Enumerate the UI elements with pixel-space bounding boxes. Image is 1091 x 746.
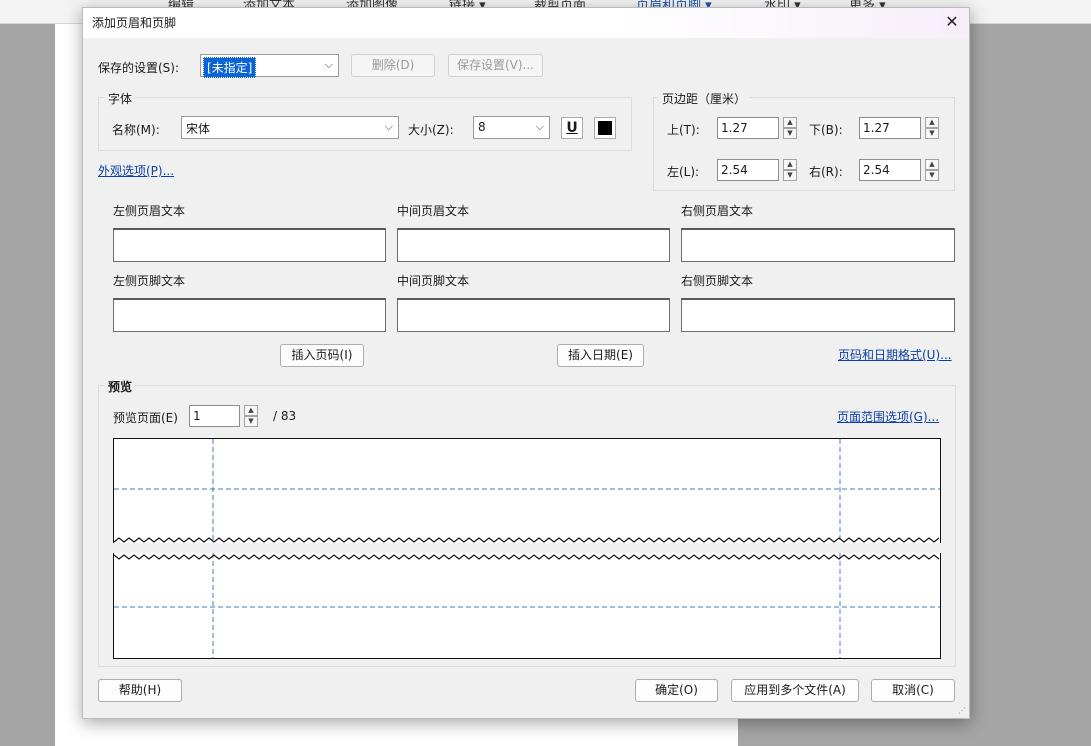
font-color-button[interactable] — [594, 117, 616, 139]
dialog-title: 添加页眉和页脚 — [92, 16, 177, 30]
font-name-select[interactable]: 宋体 ⌵ — [181, 116, 399, 139]
spin-down-icon[interactable]: ▼ — [925, 128, 939, 139]
font-size-label: 大小(Z): — [408, 123, 454, 137]
right-header-input[interactable] — [681, 228, 955, 262]
font-size-value: 8 — [478, 120, 486, 134]
appearance-options-link[interactable]: 外观选项(P)... — [98, 162, 174, 179]
font-name-label: 名称(M): — [112, 123, 160, 137]
help-button[interactable]: 帮助(H) — [98, 679, 182, 702]
ok-button[interactable]: 确定(O) — [635, 679, 718, 702]
bottom-margin-spinner[interactable]: 1.27 ▲ ▼ — [859, 117, 941, 139]
left-margin-label: 左(L): — [667, 165, 700, 179]
saved-settings-value: [未指定] — [203, 57, 257, 78]
preview-page-total: / 83 — [273, 409, 297, 423]
margins-group-label: 页边距（厘米） — [659, 90, 750, 107]
insert-page-number-button[interactable]: 插入页码(I) — [280, 344, 364, 367]
center-header-label: 中间页眉文本 — [397, 204, 470, 218]
left-margin-spinner[interactable]: 2.54 ▲ ▼ — [717, 159, 799, 181]
center-footer-input[interactable] — [397, 298, 670, 332]
spin-up-icon[interactable]: ▲ — [925, 159, 939, 170]
save-settings-button[interactable]: 保存设置(V)... — [448, 54, 543, 77]
top-margin-input[interactable]: 1.27 — [717, 117, 779, 139]
right-margin-input[interactable]: 2.54 — [859, 159, 921, 181]
color-swatch-icon — [598, 121, 612, 135]
spin-up-icon[interactable]: ▲ — [925, 117, 939, 128]
chevron-down-icon: ⌵ — [384, 120, 393, 133]
page-date-format-link[interactable]: 页码和日期格式(U)... — [838, 346, 952, 363]
left-footer-input[interactable] — [113, 298, 386, 332]
apply-to-multiple-files-button[interactable]: 应用到多个文件(A) — [731, 679, 859, 702]
preview-page-spinner[interactable]: 1 ▲ ▼ — [189, 405, 259, 427]
font-name-value: 宋体 — [186, 122, 211, 136]
left-header-input[interactable] — [113, 228, 386, 262]
spin-down-icon[interactable]: ▼ — [783, 170, 797, 181]
spin-down-icon[interactable]: ▼ — [783, 128, 797, 139]
header-footer-dialog: 添加页眉和页脚 ✕ 保存的设置(S): [未指定] ⌵ 删除(D) 保存设置(V… — [82, 7, 970, 719]
spin-up-icon[interactable]: ▲ — [783, 117, 797, 128]
header-preview-guides — [114, 439, 940, 543]
page-range-options-link[interactable]: 页面范围选项(G)... — [837, 408, 939, 425]
delete-button[interactable]: 删除(D) — [351, 54, 435, 77]
close-icon[interactable]: ✕ — [941, 11, 963, 33]
spin-down-icon[interactable]: ▼ — [244, 416, 258, 427]
header-preview — [113, 438, 941, 543]
saved-settings-label: 保存的设置(S): — [98, 61, 180, 75]
preview-group-label: 预览 — [105, 378, 136, 395]
center-header-input[interactable] — [397, 228, 670, 262]
saved-settings-select[interactable]: [未指定] ⌵ — [200, 54, 339, 78]
spin-down-icon[interactable]: ▼ — [925, 170, 939, 181]
spin-up-icon[interactable]: ▲ — [244, 405, 258, 416]
right-header-label: 右侧页眉文本 — [681, 204, 754, 218]
cancel-button[interactable]: 取消(C) — [871, 679, 955, 702]
dialog-titlebar[interactable]: 添加页眉和页脚 ✕ — [83, 8, 969, 38]
left-footer-label: 左侧页脚文本 — [113, 274, 186, 288]
chevron-down-icon: ⌵ — [324, 58, 333, 71]
top-margin-label: 上(T): — [667, 123, 700, 137]
top-margin-spinner[interactable]: 1.27 ▲ ▼ — [717, 117, 799, 139]
resize-grip-icon[interactable]: ⋰ — [958, 707, 967, 716]
preview-page-label: 预览页面(E) — [113, 411, 178, 425]
preview-page-input[interactable]: 1 — [189, 405, 240, 427]
footer-preview — [113, 553, 941, 659]
right-margin-spinner[interactable]: 2.54 ▲ ▼ — [859, 159, 941, 181]
bottom-margin-label: 下(B): — [809, 123, 843, 137]
right-margin-label: 右(R): — [809, 165, 843, 179]
underline-button[interactable]: U — [561, 117, 583, 139]
right-footer-label: 右侧页脚文本 — [681, 274, 754, 288]
center-footer-label: 中间页脚文本 — [397, 274, 470, 288]
spin-up-icon[interactable]: ▲ — [783, 159, 797, 170]
left-margin-input[interactable]: 2.54 — [717, 159, 779, 181]
insert-date-button[interactable]: 插入日期(E) — [557, 344, 644, 367]
footer-preview-guides — [114, 553, 940, 658]
left-header-label: 左侧页眉文本 — [113, 204, 186, 218]
underline-icon: U — [566, 120, 578, 136]
chevron-down-icon: ⌵ — [535, 120, 544, 133]
bottom-margin-input[interactable]: 1.27 — [859, 117, 921, 139]
right-footer-input[interactable] — [681, 298, 955, 332]
font-group-label: 字体 — [105, 90, 136, 107]
font-size-select[interactable]: 8 ⌵ — [473, 116, 550, 139]
